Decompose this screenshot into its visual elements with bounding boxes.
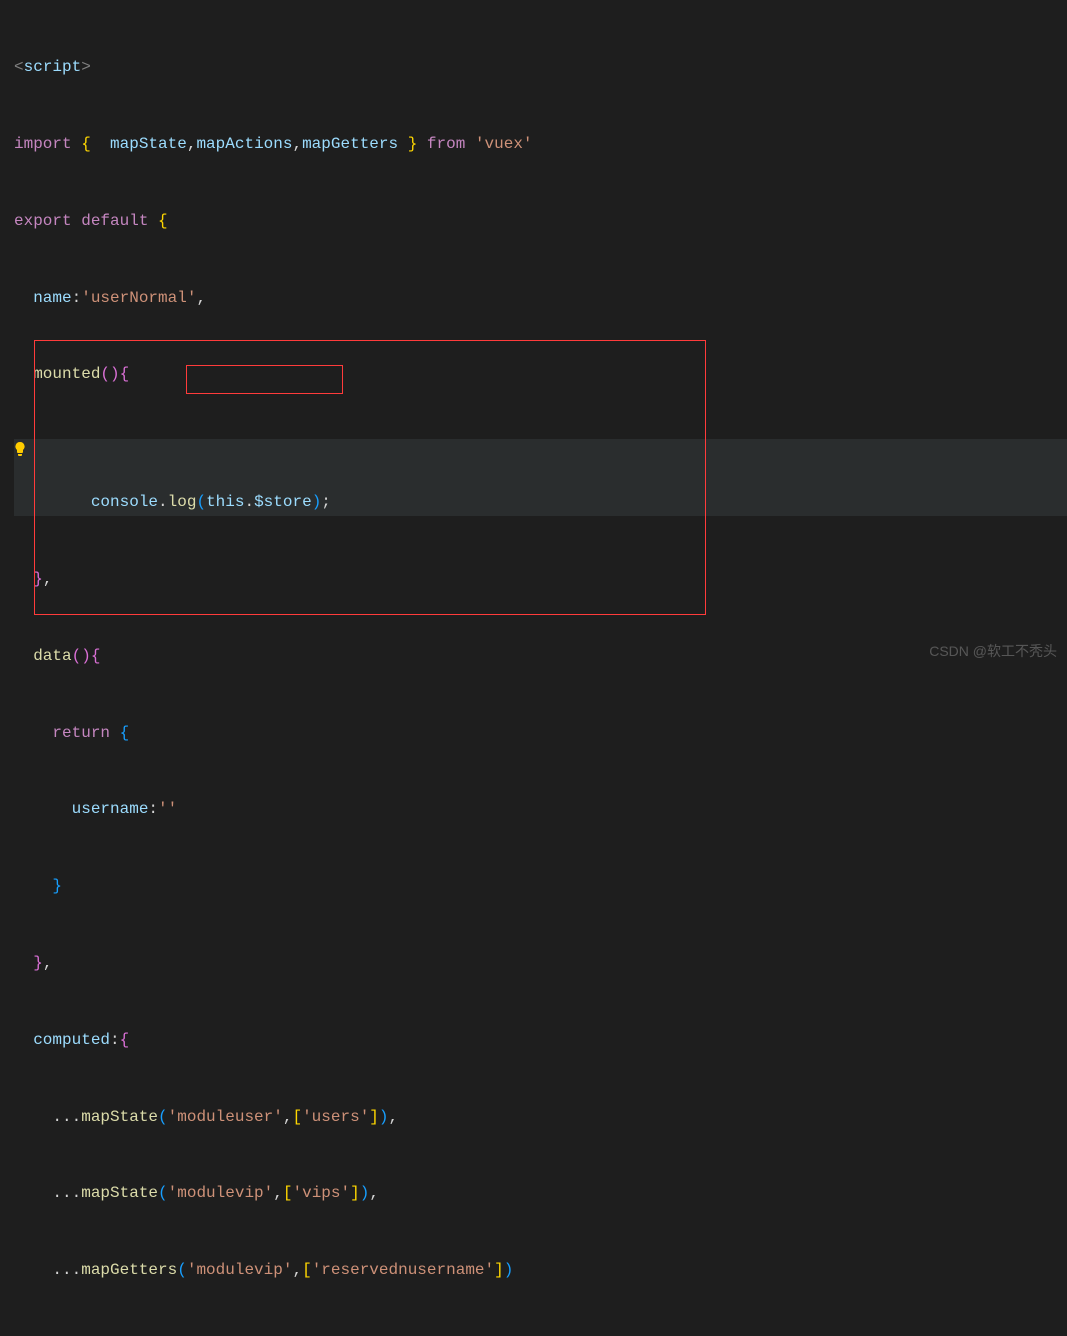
code-line: ...mapGetters('modulevip',['reservednuse… [14,1258,1067,1284]
watermark: CSDN @软工不秃头 [929,640,1057,662]
code-line: return { [14,721,1067,747]
code-line: name:'userNormal', [14,286,1067,312]
code-line: ...mapState('moduleuser',['users']), [14,1105,1067,1131]
code-line: import { mapState,mapActions,mapGetters … [14,132,1067,158]
lightbulb-icon[interactable] [12,441,28,457]
code-line-highlighted: console.log(this.$store); [14,439,1067,516]
code-line: export default { [14,209,1067,235]
code-line: } [14,874,1067,900]
code-line: data(){ [14,644,1067,670]
code-line: username:'' [14,797,1067,823]
code-line: <script> [14,55,1067,81]
code-line: computed:{ [14,1028,1067,1054]
code-line: mounted(){ [14,362,1067,388]
code-editor[interactable]: <script> import { mapState,mapActions,ma… [0,0,1067,1336]
code-line [14,1335,1067,1336]
code-line: }, [14,567,1067,593]
code-line: }, [14,951,1067,977]
code-line: ...mapState('modulevip',['vips']), [14,1181,1067,1207]
